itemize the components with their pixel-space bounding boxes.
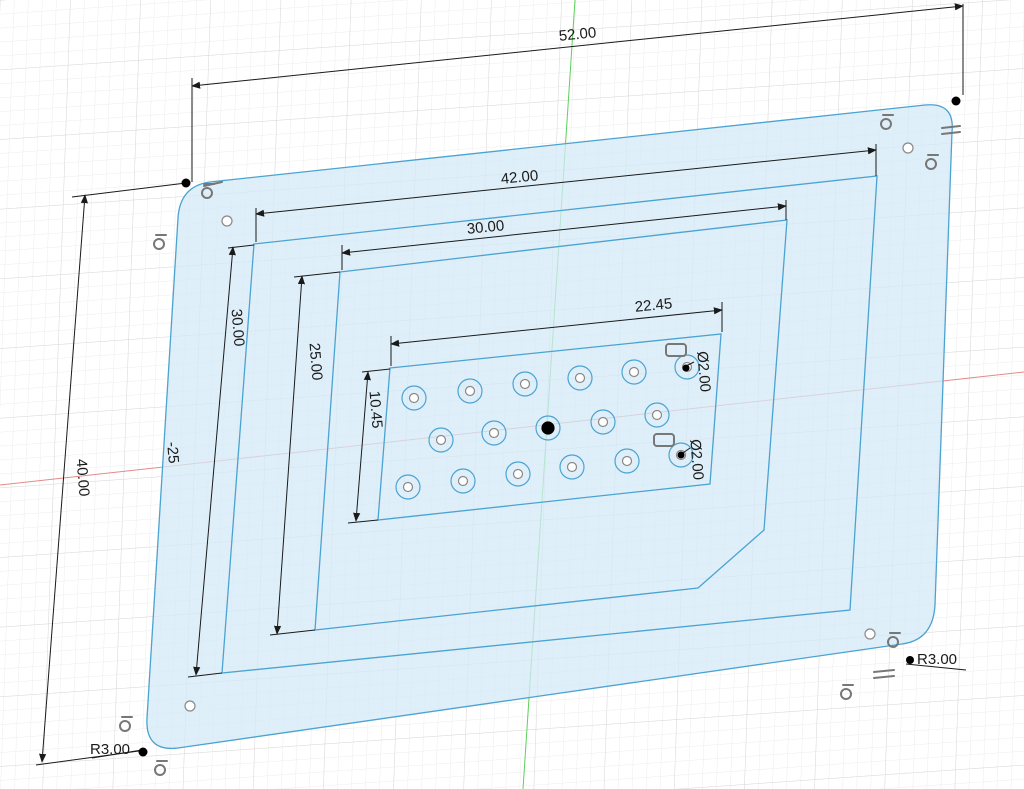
dim-outer-height[interactable]: 40.00 [73, 458, 93, 497]
sketch-point[interactable] [138, 747, 148, 757]
sketch-canvas[interactable]: 52.00 42.00 30.00 22.45 40.00 30.00 25.0… [0, 0, 1024, 789]
mounting-hole[interactable] [864, 628, 876, 640]
dim-radius-bottom-right[interactable]: R3.00 [917, 651, 957, 668]
mounting-hole[interactable] [221, 215, 233, 227]
dim-radius-bottom-left[interactable]: R3.00 [90, 741, 130, 758]
mounting-hole[interactable] [184, 700, 196, 712]
dim-inner-height[interactable]: 25.00 [306, 342, 326, 381]
sketch-point[interactable] [951, 96, 961, 106]
sketch-point[interactable] [682, 364, 690, 372]
dim-hole-diameter-top[interactable]: Ø2.00 [693, 351, 713, 393]
dim-hole-diameter-bottom[interactable]: Ø2.00 [686, 439, 706, 481]
sketch-point[interactable] [181, 178, 191, 188]
sketch-point[interactable] [906, 656, 914, 664]
sketch-point[interactable] [677, 451, 685, 459]
dim-pattern-height[interactable]: 10.45 [366, 390, 386, 429]
mounting-hole[interactable] [902, 142, 914, 154]
dim-frame-height[interactable]: 30.00 [228, 308, 248, 347]
dim-offset[interactable]: -25 [163, 441, 182, 464]
